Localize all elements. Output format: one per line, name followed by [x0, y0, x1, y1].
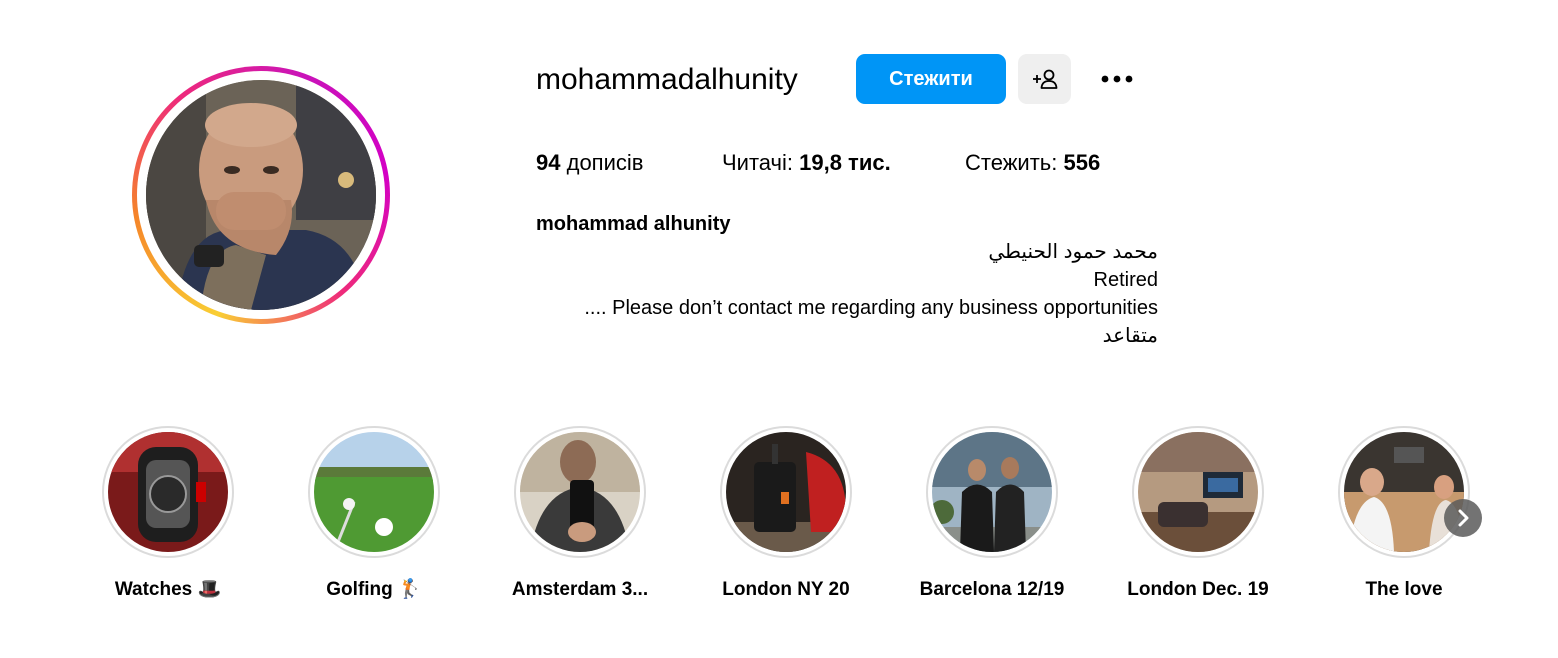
highlight-cover: [520, 432, 640, 552]
kids-photo: [1344, 432, 1464, 552]
avatar-ring-gap: [137, 71, 385, 319]
highlight-cover: [932, 432, 1052, 552]
posts-count-label: дописів: [566, 150, 644, 175]
highlight-ring: [102, 426, 234, 558]
avatar[interactable]: [146, 80, 376, 310]
highlight-label: London NY 20: [722, 579, 850, 600]
profile-full-name: mohammad alhunity: [536, 213, 731, 235]
highlight-ring: [1132, 426, 1264, 558]
highlight-label: Watches 🎩: [114, 579, 222, 600]
highlight-label: Golfing 🏌: [326, 579, 422, 600]
highlight-cover: [108, 432, 228, 552]
followers-value: 19,8 тис.: [799, 150, 891, 175]
highlight-item[interactable]: Amsterdam 3...: [490, 426, 670, 603]
bio-line: متقاعد: [1102, 325, 1158, 347]
highlight-label: Barcelona 12/19: [919, 579, 1065, 600]
posts-count-value: 94: [536, 150, 561, 175]
bio-line: محمد حمود الحنيطي: [988, 241, 1158, 263]
posts-count: 94 дописів: [536, 148, 643, 178]
highlight-cover: [726, 432, 846, 552]
highlight-ring: [720, 426, 852, 558]
profile-username: mohammadalhunity: [536, 63, 798, 96]
bio-line: Retired: [1093, 269, 1158, 291]
highlight-item[interactable]: Golfing 🏌: [284, 426, 464, 603]
follow-button[interactable]: Стежити: [856, 54, 1006, 104]
highlight-label: Amsterdam 3...: [511, 579, 649, 600]
watch-photo: [108, 432, 228, 552]
highlight-cover: [314, 432, 434, 552]
highlight-item[interactable]: London Dec. 19: [1108, 426, 1288, 603]
followers-label: Читачі:: [722, 150, 793, 175]
chevron-right-icon: [1458, 509, 1469, 527]
luggage-photo: [726, 432, 846, 552]
add-person-icon: [1032, 69, 1057, 89]
highlight-ring: [1338, 426, 1470, 558]
mirror-selfie-photo: [520, 432, 640, 552]
following-link[interactable]: Стежить: 556: [965, 148, 1100, 178]
followers-link[interactable]: Читачі: 19,8 тис.: [722, 148, 891, 178]
highlight-cover: [1138, 432, 1258, 552]
golf-photo: [314, 432, 434, 552]
highlight-item[interactable]: Watches 🎩: [78, 426, 258, 603]
highlight-ring: [308, 426, 440, 558]
profile-avatar-story-ring[interactable]: [132, 66, 390, 324]
cabin-photo: [1138, 432, 1258, 552]
highlight-ring: [514, 426, 646, 558]
highlight-item[interactable]: Barcelona 12/19: [902, 426, 1082, 603]
more-options-icon: [1101, 75, 1133, 83]
profile-bio: محمد حمود الحنيطي Retired .... Please do…: [536, 238, 1158, 350]
highlight-cover: [1344, 432, 1464, 552]
following-value: 556: [1063, 150, 1101, 175]
barcelona-photo: [932, 432, 1052, 552]
highlight-item[interactable]: London NY 20: [696, 426, 876, 603]
highlight-label: London Dec. 19: [1127, 579, 1269, 600]
suggested-accounts-button[interactable]: [1018, 54, 1071, 104]
more-options-button[interactable]: [1093, 60, 1141, 98]
story-highlights: Watches 🎩 Golfing 🏌 Amsterdam 3... Londo…: [0, 426, 1558, 616]
following-label: Стежить:: [965, 150, 1058, 175]
bio-line: .... Please don’t contact me regarding a…: [584, 297, 1158, 319]
avatar-photo-illustration: [146, 80, 376, 310]
highlight-ring: [926, 426, 1058, 558]
highlight-label: The love: [1365, 579, 1443, 600]
highlights-next-button[interactable]: [1444, 499, 1482, 537]
